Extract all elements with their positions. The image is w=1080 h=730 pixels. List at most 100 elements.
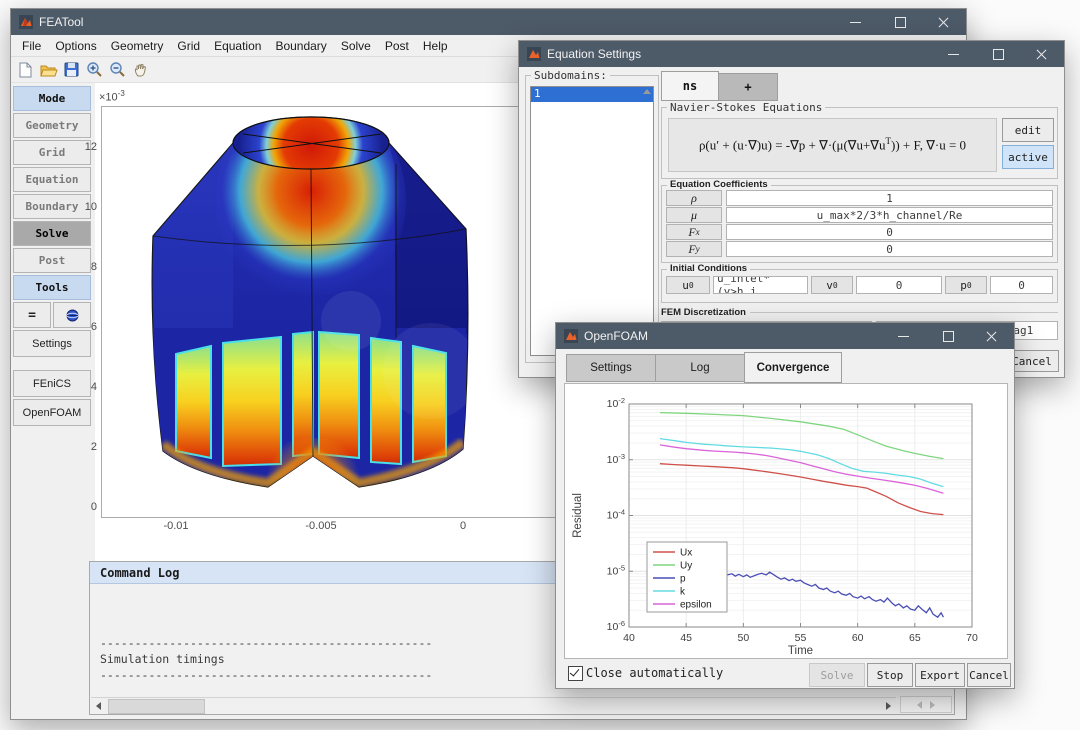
svg-text:50: 50	[737, 632, 749, 644]
minimize-icon[interactable]	[932, 41, 976, 67]
pager-arrows[interactable]	[900, 696, 952, 713]
menu-item[interactable]: Geometry	[104, 39, 171, 53]
svg-text:Residual: Residual	[572, 493, 584, 538]
equation-coefficients-group: Equation Coefficients ρ 1 μ u_max*2/3*h_…	[661, 185, 1058, 263]
close-icon[interactable]	[922, 9, 966, 35]
svg-text:60: 60	[852, 632, 864, 644]
y-tick-label: 4	[71, 381, 97, 393]
close-automatically-checkbox[interactable]	[568, 666, 583, 681]
coefficient-rows: ρ 1 μ u_max*2/3*h_channel/Re Fx 0 F	[666, 190, 1053, 258]
main-title-bar[interactable]: FEATool	[11, 9, 966, 35]
menu-item[interactable]: Help	[416, 39, 455, 53]
openfoam-title-bar[interactable]: OpenFOAM	[556, 323, 1014, 349]
close-icon[interactable]	[970, 323, 1014, 349]
menu-item[interactable]: Post	[378, 39, 416, 53]
coefficient-symbol: ρ	[666, 190, 722, 206]
featool-logo-icon	[564, 329, 578, 343]
coefficient-symbol: Fy	[666, 241, 722, 257]
scroll-right-icon[interactable]	[881, 698, 896, 713]
y-tick-label: 12	[71, 141, 97, 153]
new-file-icon[interactable]	[16, 60, 35, 79]
scrollbar-thumb[interactable]	[108, 699, 205, 714]
navier-stokes-group-label: Navier-Stokes Equations	[667, 101, 825, 114]
tab-ns[interactable]: ns	[661, 71, 719, 101]
svg-text:Uy: Uy	[680, 561, 692, 572]
zoom-in-icon[interactable]	[85, 60, 104, 79]
openfoam-bottom-bar: Close automatically Solve Stop Export Ca…	[556, 662, 1014, 686]
3d-model-visualization	[101, 106, 556, 516]
main-window-title: FEATool	[39, 15, 83, 29]
featool-logo-icon	[19, 15, 33, 29]
coefficient-value-field[interactable]: 1	[726, 190, 1053, 206]
edit-button[interactable]: edit	[1002, 118, 1054, 142]
active-button[interactable]: active	[1002, 145, 1054, 169]
page-right-icon[interactable]	[930, 701, 935, 709]
minimize-icon[interactable]	[834, 9, 878, 35]
sidebar-item[interactable]: OpenFOAM	[13, 399, 91, 426]
sidebar-item[interactable]: Equation	[13, 167, 91, 192]
convergence-plot-panel[interactable]: 4045505560657010-610-510-410-310-2TimeRe…	[564, 383, 1008, 659]
fem-discretization-label: FEM Discretization	[661, 307, 746, 318]
svg-text:45: 45	[680, 632, 692, 644]
menu-item[interactable]: Equation	[207, 39, 268, 53]
tab-add-equation[interactable]: +	[718, 73, 778, 101]
maximize-icon[interactable]	[976, 41, 1020, 67]
close-icon[interactable]	[1020, 41, 1064, 67]
scroll-up-icon[interactable]	[643, 89, 651, 94]
openfoam-dialog-title: OpenFOAM	[584, 329, 648, 343]
horizontal-scrollbar[interactable]	[91, 697, 896, 713]
coefficient-value-field[interactable]: 0	[726, 241, 1053, 257]
p0-field[interactable]: 0	[990, 276, 1053, 294]
v0-label: v0	[811, 276, 853, 294]
y-tick-label: 8	[71, 261, 97, 273]
export-button[interactable]: Export	[915, 663, 965, 687]
svg-text:Time: Time	[788, 645, 813, 657]
tab-settings[interactable]: Settings	[566, 354, 656, 382]
sidebar-item[interactable]: Mode	[13, 86, 91, 111]
coefficient-value-field[interactable]: u_max*2/3*h_channel/Re	[726, 207, 1053, 223]
menu-item[interactable]: File	[15, 39, 48, 53]
coefficient-row: μ u_max*2/3*h_channel/Re	[666, 207, 1053, 223]
equation-dialog-title-bar[interactable]: Equation Settings	[519, 41, 1064, 67]
minimize-icon[interactable]	[882, 323, 926, 349]
coefficient-value-field[interactable]: 0	[726, 224, 1053, 240]
scroll-left-icon[interactable]	[91, 698, 106, 713]
maximize-icon[interactable]	[878, 9, 922, 35]
menu-item[interactable]: Options	[48, 39, 103, 53]
sidebar-item[interactable]: Tools	[13, 275, 91, 300]
coefficient-row: Fy 0	[666, 241, 1053, 257]
menu-item[interactable]: Grid	[170, 39, 207, 53]
desktop: FEATool FileOptionsGeometryGridEquationB…	[0, 0, 1080, 730]
menu-item[interactable]: Boundary	[268, 39, 333, 53]
pan-hand-icon[interactable]	[131, 60, 150, 79]
u0-field[interactable]: u_inlet*(y>h_i	[713, 276, 808, 294]
equation-tool-button[interactable]: =	[13, 302, 51, 328]
u0-label: u0	[666, 276, 710, 294]
sidebar-bottom-group: SettingsFEniCSOpenFOAM	[13, 329, 91, 427]
tab-log[interactable]: Log	[655, 354, 745, 382]
equation-display: ρ(u′ + (u·∇)u) = -∇p + ∇·(μ(∇u+∇uT)) + F…	[668, 118, 997, 172]
subdomains-listbox[interactable]: 1	[530, 86, 654, 356]
svg-text:10-2: 10-2	[607, 396, 625, 410]
subdomain-item[interactable]: 1	[531, 87, 653, 102]
svg-text:10-6: 10-6	[607, 619, 625, 633]
save-icon[interactable]	[62, 60, 81, 79]
svg-text:55: 55	[795, 632, 807, 644]
zoom-out-icon[interactable]	[108, 60, 127, 79]
y-tick-label: 2	[71, 441, 97, 453]
equals-icon: =	[28, 308, 36, 323]
svg-text:epsilon: epsilon	[680, 600, 712, 611]
open-folder-icon[interactable]	[39, 60, 58, 79]
sidebar-item[interactable]: Geometry	[13, 113, 91, 138]
sidebar-item[interactable]: Settings	[13, 330, 91, 357]
tab-convergence[interactable]: Convergence	[744, 352, 842, 383]
maximize-icon[interactable]	[926, 323, 970, 349]
subdomains-group: Subdomains: 1	[525, 75, 659, 363]
sidebar-item[interactable]: Solve	[13, 221, 91, 246]
initial-conditions-group: Initial Conditions u0 u_inlet*(y>h_i v0 …	[661, 269, 1058, 303]
cancel-button[interactable]: Cancel	[967, 663, 1011, 687]
stop-button[interactable]: Stop	[867, 663, 913, 687]
v0-field[interactable]: 0	[856, 276, 942, 294]
menu-item[interactable]: Solve	[334, 39, 378, 53]
page-left-icon[interactable]	[917, 701, 922, 709]
